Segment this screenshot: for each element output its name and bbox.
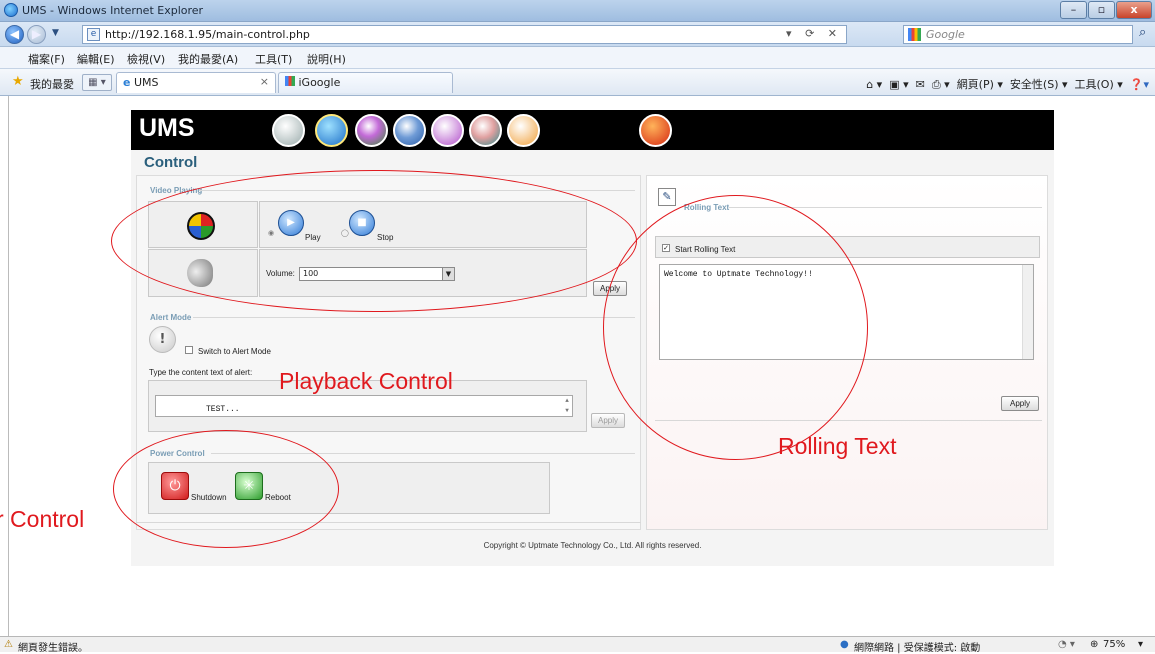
rolling-scrollbar[interactable] bbox=[1022, 265, 1033, 359]
navigation-bar: ◀ ▶ ▼ e http://192.168.1.95/main-control… bbox=[0, 22, 1155, 47]
rolling-annotation-ellipse bbox=[603, 195, 868, 460]
protected-mode-icon[interactable]: ◔ ▾ bbox=[1058, 639, 1075, 650]
url-text[interactable]: http://192.168.1.95/main-control.php bbox=[105, 28, 310, 41]
igoogle-icon bbox=[285, 76, 295, 86]
favorites-label[interactable]: 我的最愛 bbox=[30, 76, 74, 92]
tab-ums[interactable]: e UMS × bbox=[116, 72, 276, 93]
google-icon bbox=[908, 28, 921, 41]
back-button[interactable]: ◀ bbox=[5, 25, 24, 44]
zoom-icon[interactable]: ⊕ bbox=[1090, 639, 1098, 650]
alert-mode-label: Switch to Alert Mode bbox=[198, 347, 271, 356]
ums-header: UMS bbox=[131, 110, 1054, 150]
close-tab-icon[interactable]: × bbox=[260, 75, 269, 88]
tab-label: iGoogle bbox=[298, 76, 341, 89]
power-annotation-text: r Control bbox=[0, 506, 85, 532]
menu-favorites[interactable]: 我的最愛(A) bbox=[178, 51, 238, 67]
address-bar[interactable]: e http://192.168.1.95/main-control.php ▾… bbox=[82, 25, 847, 44]
forward-button[interactable]: ▶ bbox=[27, 25, 46, 44]
status-bar: ⚠ 網頁發生錯誤。 ● 網際網路 | 受保護模式: 啟動 ◔ ▾ ⊕ 75% ▾ bbox=[0, 636, 1155, 654]
search-icon[interactable]: ⌕ bbox=[1139, 25, 1146, 40]
globe-icon: ● bbox=[840, 639, 849, 650]
minimize-button[interactable]: – bbox=[1060, 1, 1087, 19]
alert-apply-button[interactable]: Apply bbox=[591, 413, 625, 428]
feeds-icon[interactable]: ▣ ▾ bbox=[889, 78, 908, 91]
safety-menu[interactable]: 安全性(S) ▾ bbox=[1010, 78, 1068, 91]
alert-mode-checkbox[interactable] bbox=[185, 346, 193, 354]
power-annotation-ellipse bbox=[113, 430, 339, 548]
title-bar: UMS - Windows Internet Explorer – ▫ x bbox=[0, 0, 1155, 22]
rolling-text-icon: ✎ bbox=[658, 188, 676, 206]
search-placeholder[interactable]: Google bbox=[926, 28, 965, 41]
alert-content-value: TEST... bbox=[206, 405, 240, 414]
alert-divider bbox=[193, 317, 635, 318]
tab-igoogle[interactable]: iGoogle bbox=[278, 72, 453, 93]
address-tools-icons[interactable]: ▾ ⟳ ✕ bbox=[786, 27, 842, 40]
playback-annotation-ellipse bbox=[111, 170, 637, 312]
menu-help[interactable]: 說明(H) bbox=[307, 51, 346, 67]
nav-logout-icon[interactable] bbox=[639, 114, 672, 147]
page-title: Control bbox=[144, 154, 198, 171]
mail-icon[interactable]: ✉ bbox=[916, 78, 925, 91]
nav-music-icon[interactable] bbox=[355, 114, 388, 147]
alert-legend: Alert Mode bbox=[150, 313, 192, 322]
page-menu[interactable]: 網頁(P) ▾ bbox=[957, 78, 1003, 91]
nav-grid-icon[interactable] bbox=[431, 114, 464, 147]
tab-label: UMS bbox=[133, 76, 159, 89]
alert-content-label: Type the content text of alert: bbox=[149, 368, 253, 377]
close-window-button[interactable]: x bbox=[1116, 1, 1152, 19]
menu-view[interactable]: 檢視(V) bbox=[127, 51, 165, 67]
warning-icon[interactable]: ⚠ bbox=[4, 639, 13, 650]
nav-network-icon[interactable] bbox=[393, 114, 426, 147]
ums-logo: UMS bbox=[139, 114, 195, 142]
search-box[interactable]: Google bbox=[903, 25, 1133, 44]
alert-scrollbar[interactable]: ▲ ▼ bbox=[562, 396, 572, 416]
alert-content-textarea[interactable]: TEST... ▲ ▼ bbox=[155, 395, 573, 417]
command-bar: ⌂ ▾ ▣ ▾ ✉ ⎙ ▾ 網頁(P) ▾ 安全性(S) ▾ 工具(O) ▾ ❓… bbox=[866, 76, 1149, 92]
home-icon[interactable]: ⌂ ▾ bbox=[866, 78, 882, 91]
menu-edit[interactable]: 編輯(E) bbox=[77, 51, 115, 67]
window-title: UMS - Windows Internet Explorer bbox=[22, 4, 204, 17]
menu-file[interactable]: 檔案(F) bbox=[28, 51, 65, 67]
history-dropdown-icon[interactable]: ▼ bbox=[52, 28, 59, 38]
nav-control-icon[interactable] bbox=[315, 114, 348, 147]
rolling-apply-button[interactable]: Apply bbox=[1001, 396, 1039, 411]
favorites-star-icon[interactable]: ★ bbox=[12, 75, 24, 88]
page-icon: e bbox=[87, 28, 100, 41]
nav-settings-icon[interactable] bbox=[469, 114, 502, 147]
menu-bar: 檔案(F) 編輯(E) 檢視(V) 我的最愛(A) 工具(T) 說明(H) bbox=[0, 47, 1155, 69]
restore-button[interactable]: ▫ bbox=[1088, 1, 1115, 19]
print-icon[interactable]: ⎙ ▾ bbox=[932, 78, 950, 91]
help-icon[interactable]: ❓▾ bbox=[1130, 78, 1149, 91]
nav-tools-icon[interactable] bbox=[507, 114, 540, 147]
ie-logo-icon bbox=[4, 3, 18, 17]
quick-tabs-icon[interactable]: ▦ ▾ bbox=[82, 74, 112, 91]
zoom-level[interactable]: 75% bbox=[1103, 639, 1125, 650]
nav-media-icon[interactable] bbox=[272, 114, 305, 147]
alert-icon: ! bbox=[149, 326, 176, 353]
rolling-annotation-text: Rolling Text bbox=[778, 433, 897, 459]
playback-annotation-text: Playback Control bbox=[279, 368, 453, 394]
menu-tools[interactable]: 工具(T) bbox=[255, 51, 292, 67]
zoom-dropdown-icon[interactable]: ▾ bbox=[1138, 639, 1143, 650]
tools-menu[interactable]: 工具(O) ▾ bbox=[1075, 78, 1123, 91]
favorites-bar: ★ 我的最愛 ▦ ▾ e UMS × iGoogle ⌂ ▾ ▣ ▾ ✉ ⎙ ▾… bbox=[0, 69, 1155, 96]
ie-page-icon: e bbox=[123, 76, 131, 89]
